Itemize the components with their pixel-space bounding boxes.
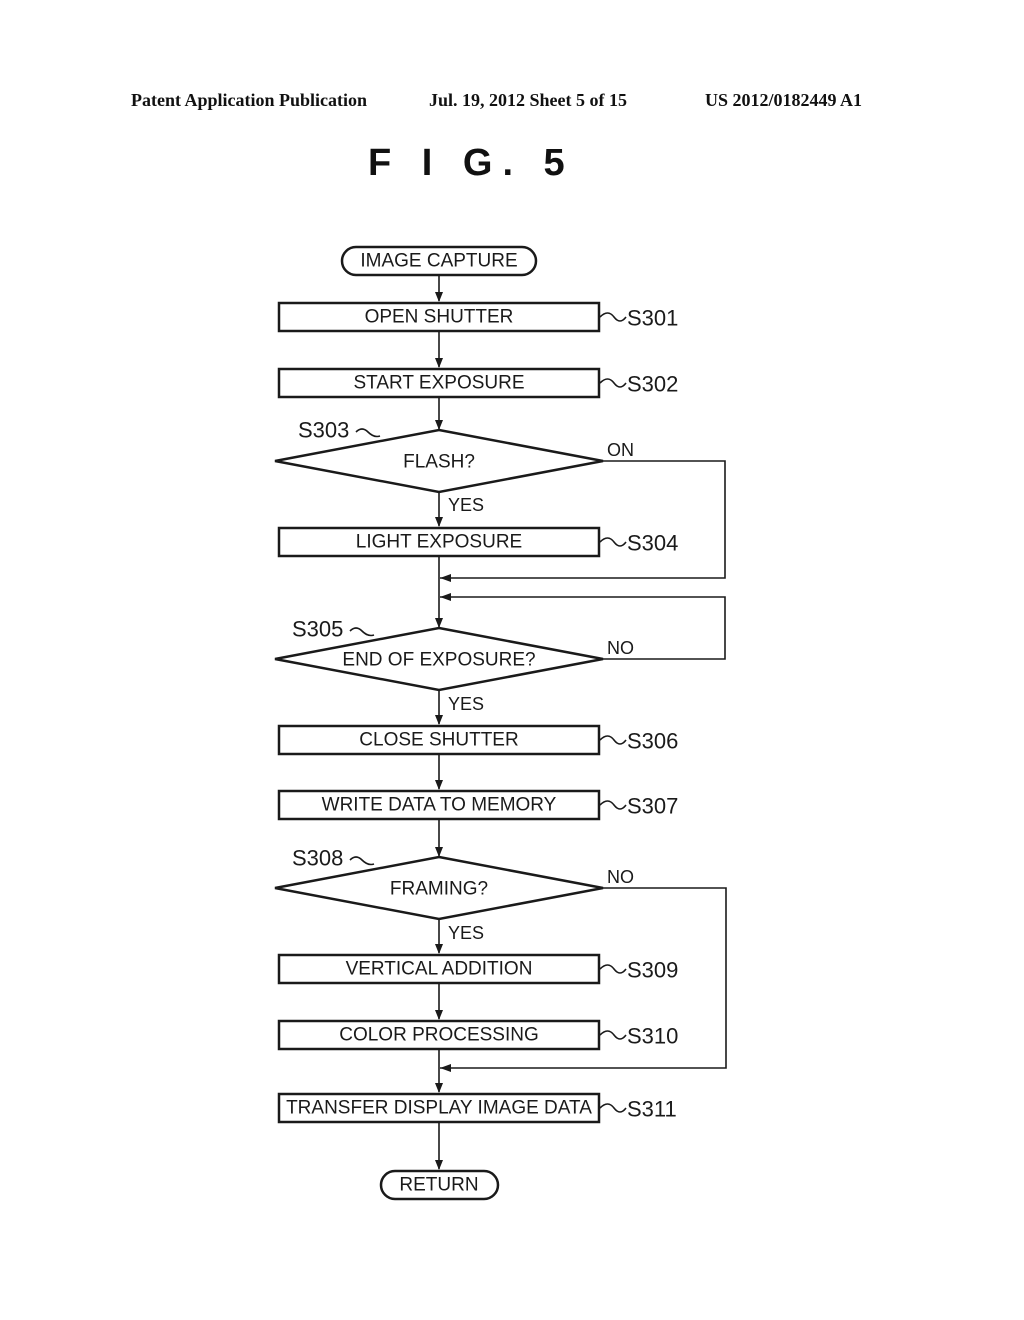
flowchart: IMAGE CAPTURE OPEN SHUTTER S301 START EX… bbox=[274, 245, 727, 1201]
arrowhead bbox=[435, 1010, 443, 1020]
branch-label-no: NO bbox=[607, 867, 634, 887]
step-id-label: S310 bbox=[627, 1024, 678, 1049]
process-label: CLOSE SHUTTER bbox=[359, 730, 518, 751]
arrowhead bbox=[435, 420, 443, 430]
process-label: OPEN SHUTTER bbox=[365, 307, 514, 328]
step-id-label: S311 bbox=[627, 1097, 677, 1122]
arrowhead bbox=[435, 517, 443, 527]
arrowhead bbox=[440, 574, 451, 582]
arrowhead bbox=[435, 618, 443, 628]
step-s311: TRANSFER DISPLAY IMAGE DATA S311 bbox=[277, 1092, 677, 1124]
branch-label-on: ON bbox=[607, 440, 634, 460]
step-id-label: S308 bbox=[292, 846, 343, 871]
arrowhead bbox=[435, 715, 443, 725]
process-label: WRITE DATA TO MEMORY bbox=[322, 795, 557, 816]
step-s303: FLASH? S303 YES ON bbox=[274, 418, 634, 515]
step-id-label: S303 bbox=[298, 418, 349, 443]
step-id-label: S307 bbox=[627, 794, 678, 819]
start-terminal: IMAGE CAPTURE bbox=[340, 245, 538, 277]
leader-squiggle bbox=[355, 428, 381, 438]
step-s309: VERTICAL ADDITION S309 bbox=[277, 953, 678, 985]
arrowhead bbox=[440, 1064, 451, 1072]
leader-squiggle bbox=[599, 964, 627, 974]
process-label: TRANSFER DISPLAY IMAGE DATA bbox=[286, 1098, 592, 1119]
step-s304: LIGHT EXPOSURE S304 bbox=[277, 526, 678, 558]
arrowhead bbox=[435, 1160, 443, 1170]
step-id-label: S304 bbox=[627, 531, 678, 556]
arrowhead bbox=[435, 358, 443, 368]
step-id-label: S305 bbox=[292, 617, 343, 642]
branch-label-no: NO bbox=[607, 638, 634, 658]
arrowhead bbox=[435, 292, 443, 302]
step-id-label: S309 bbox=[627, 958, 678, 983]
end-terminal: RETURN bbox=[379, 1169, 500, 1201]
step-s310: COLOR PROCESSING S310 bbox=[277, 1019, 678, 1051]
leader-squiggle bbox=[599, 1103, 627, 1113]
leader-squiggle bbox=[349, 856, 375, 866]
step-s306: CLOSE SHUTTER S306 bbox=[277, 724, 678, 756]
leader-squiggle bbox=[599, 800, 627, 810]
leader-squiggle bbox=[599, 735, 627, 745]
step-id-label: S306 bbox=[627, 729, 678, 754]
arrowhead bbox=[435, 780, 443, 790]
end-terminal-label: RETURN bbox=[399, 1175, 478, 1196]
arrowhead bbox=[435, 847, 443, 857]
branch-label-yes: YES bbox=[448, 923, 484, 943]
decision-label: FLASH? bbox=[403, 452, 475, 473]
step-s307: WRITE DATA TO MEMORY S307 bbox=[277, 789, 678, 821]
step-s302: START EXPOSURE S302 bbox=[277, 367, 678, 399]
process-label: COLOR PROCESSING bbox=[339, 1025, 539, 1046]
arrowhead bbox=[435, 944, 443, 954]
process-label: START EXPOSURE bbox=[353, 373, 524, 394]
step-s308: FRAMING? S308 YES NO bbox=[274, 846, 634, 943]
branch-label-yes: YES bbox=[448, 694, 484, 714]
leader-squiggle bbox=[599, 312, 627, 322]
step-s305: END OF EXPOSURE? S305 YES NO bbox=[274, 617, 634, 714]
decision-label: FRAMING? bbox=[390, 879, 488, 900]
leader-squiggle bbox=[599, 537, 627, 547]
branch-label-yes: YES bbox=[448, 495, 484, 515]
process-label: LIGHT EXPOSURE bbox=[356, 532, 522, 553]
step-id-label: S302 bbox=[627, 372, 678, 397]
start-terminal-label: IMAGE CAPTURE bbox=[360, 251, 517, 272]
leader-squiggle bbox=[599, 1030, 627, 1040]
arrowhead bbox=[435, 1083, 443, 1093]
decision-label: END OF EXPOSURE? bbox=[342, 650, 535, 671]
step-s301: OPEN SHUTTER S301 bbox=[277, 301, 678, 333]
leader-squiggle bbox=[349, 627, 375, 637]
arrowhead bbox=[440, 593, 451, 601]
leader-squiggle bbox=[599, 378, 627, 388]
step-id-label: S301 bbox=[627, 306, 678, 331]
process-label: VERTICAL ADDITION bbox=[346, 959, 533, 980]
